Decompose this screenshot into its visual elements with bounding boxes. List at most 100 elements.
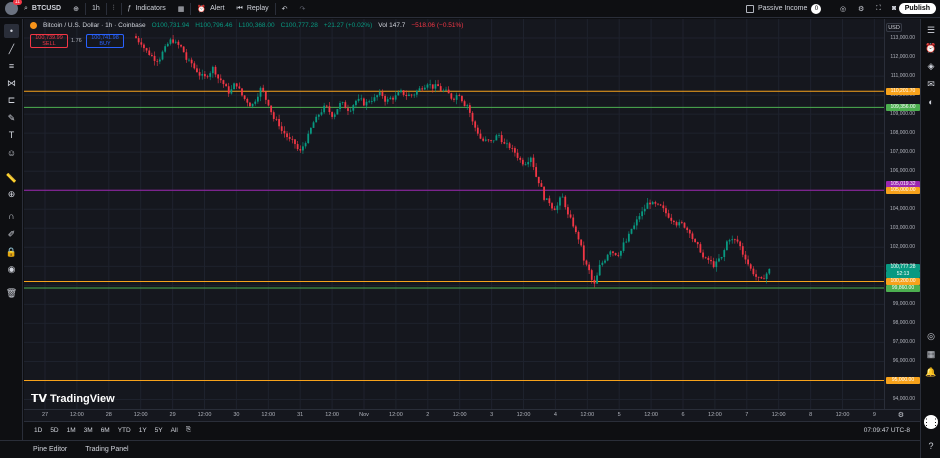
currency-selector[interactable]: USD [886, 23, 902, 32]
lock-icon[interactable]: 🔒 [4, 245, 19, 259]
time-tick: 8 [809, 412, 813, 418]
undo-button[interactable]: ↶ [276, 0, 294, 18]
range-ytd[interactable]: YTD [114, 427, 135, 434]
magnet-icon[interactable]: ∩ [4, 209, 19, 223]
range-5y[interactable]: 5Y [151, 427, 167, 434]
range-6m[interactable]: 6M [97, 427, 114, 434]
legend-vol-change: −518.06 (−0.51%) [411, 22, 464, 29]
trash-icon[interactable]: 🗑 [4, 286, 19, 300]
crosshair-icon[interactable]: • [4, 24, 19, 38]
emoji-icon[interactable]: ☺ [4, 146, 19, 160]
legend-title[interactable]: Bitcoin / U.S. Dollar · 1h · Coinbase [43, 22, 146, 29]
fib-icon[interactable]: ≡ [4, 59, 19, 73]
clock-display[interactable]: 07:09:47 UTC-8 [860, 427, 914, 434]
target-icon[interactable]: ◎ [924, 329, 938, 343]
range-1m[interactable]: 1M [63, 427, 80, 434]
price-tick: 111,000.00 [890, 73, 915, 80]
candle-body [400, 90, 402, 93]
notifications-icon[interactable]: 🔔 [924, 365, 938, 379]
legend-close: C100,777.28 [280, 22, 318, 29]
candle-body [251, 103, 254, 107]
candle-body [524, 164, 527, 166]
publish-button[interactable]: Publish [898, 3, 936, 14]
chart-pane[interactable] [24, 19, 884, 409]
candle-body [484, 139, 487, 141]
candle-body [384, 96, 386, 102]
pattern-icon[interactable]: ⋈ [4, 76, 19, 90]
redo-button[interactable]: ↷ [294, 0, 312, 18]
ruler-icon[interactable]: 📏 [4, 171, 19, 185]
text-icon[interactable]: T [4, 128, 19, 142]
zoom-icon[interactable]: ⊕ [4, 187, 19, 201]
candle-body [209, 73, 212, 77]
calendar-icon[interactable]: ▦ [924, 347, 938, 361]
time-tick: 12:00 [197, 412, 212, 418]
interval-button[interactable]: 1h [86, 0, 106, 18]
layers-icon[interactable]: ◈ [924, 59, 938, 73]
range-all[interactable]: All [167, 427, 182, 434]
candle-body [474, 121, 477, 128]
stay-drawing-icon[interactable]: ✐ [4, 227, 19, 241]
avatar[interactable]: 11 [5, 0, 22, 15]
ideas-icon[interactable]: ◐ [924, 95, 938, 109]
candle-body [368, 101, 371, 103]
alarm-clock-icon[interactable]: ⏰ [924, 41, 938, 55]
replay-button[interactable]: ⏮ Replay [231, 0, 275, 18]
candle-body [519, 157, 522, 160]
chart-type-button[interactable]: ⫶ [107, 0, 121, 18]
range-1y[interactable]: 1Y [135, 427, 151, 434]
bitcoin-icon [30, 22, 37, 29]
chart-canvas[interactable] [24, 19, 884, 409]
tradingview-logo[interactable]: 𝗧𝗩 TradingView [31, 392, 115, 406]
candle-body [704, 257, 707, 259]
candle-body [593, 279, 596, 284]
passive-income-toggle[interactable]: Passive Income 0 [740, 0, 827, 18]
candle-body [378, 92, 381, 96]
candle-body [164, 46, 167, 52]
candle-body [569, 214, 572, 218]
fullscreen-button[interactable]: ⛶ [870, 0, 887, 18]
watchlist-icon[interactable]: ☰ [924, 23, 938, 37]
time-tick: 12:00 [452, 412, 467, 418]
candle-body [479, 133, 482, 139]
candle-body [614, 253, 617, 256]
price-label: 100,200.00 [886, 278, 920, 286]
candle-body [590, 270, 593, 280]
alert-button[interactable]: ⏰ Alert [191, 0, 230, 18]
symbol-search-button[interactable]: ⌕ BTCUSD [18, 0, 67, 18]
candle-body [765, 273, 768, 279]
time-axis[interactable]: ⚙ 27 12:00 28 12:00 29 12:00 30 12:00 31 12:00 Nov… [24, 409, 920, 421]
buy-button[interactable]: 100,741.98 BUY [86, 34, 124, 48]
candle-body [418, 88, 421, 91]
range-3m[interactable]: 3M [80, 427, 97, 434]
trendline-icon[interactable]: ╱ [4, 42, 19, 56]
templates-button[interactable]: ▦ [172, 0, 191, 18]
range-1d[interactable]: 1D [30, 427, 46, 434]
help-icon[interactable]: ? [924, 439, 938, 453]
eye-icon[interactable]: ◉ [4, 262, 19, 276]
trading-panel-tab[interactable]: Trading Panel [76, 446, 137, 453]
projection-icon[interactable]: ⊏ [4, 93, 19, 107]
compare-button[interactable]: ⊕ [67, 0, 85, 18]
candle-body [548, 198, 551, 204]
candle-body [699, 244, 702, 253]
range-5d[interactable]: 5D [46, 427, 62, 434]
chat-icon[interactable]: ✉ [924, 77, 938, 91]
settings-button[interactable]: ⚙ [852, 0, 870, 18]
settings-icon[interactable]: ⚙ [898, 411, 904, 419]
candle-body [627, 233, 630, 242]
pine-editor-tab[interactable]: Pine Editor [24, 446, 76, 453]
sell-button[interactable]: 100,739.99 SELL [30, 34, 68, 48]
candle-body [331, 112, 333, 117]
candle-body [760, 277, 763, 279]
indicators-button[interactable]: ƒ Indicators [122, 0, 172, 18]
candle-body [487, 139, 490, 141]
layout-button[interactable]: ◎ [834, 0, 852, 18]
candle-body [431, 84, 434, 89]
apps-icon[interactable]: ⋮⋮ [922, 415, 940, 429]
brush-icon[interactable]: ✎ [4, 111, 19, 125]
price-scale[interactable]: 113,000.00 112,000.00 111,000.00 110,000.00… [884, 19, 920, 409]
date-range-icon[interactable]: ⎘ [182, 426, 195, 434]
price-tick: 94,000.00 [892, 396, 915, 403]
candle-body [683, 222, 686, 228]
